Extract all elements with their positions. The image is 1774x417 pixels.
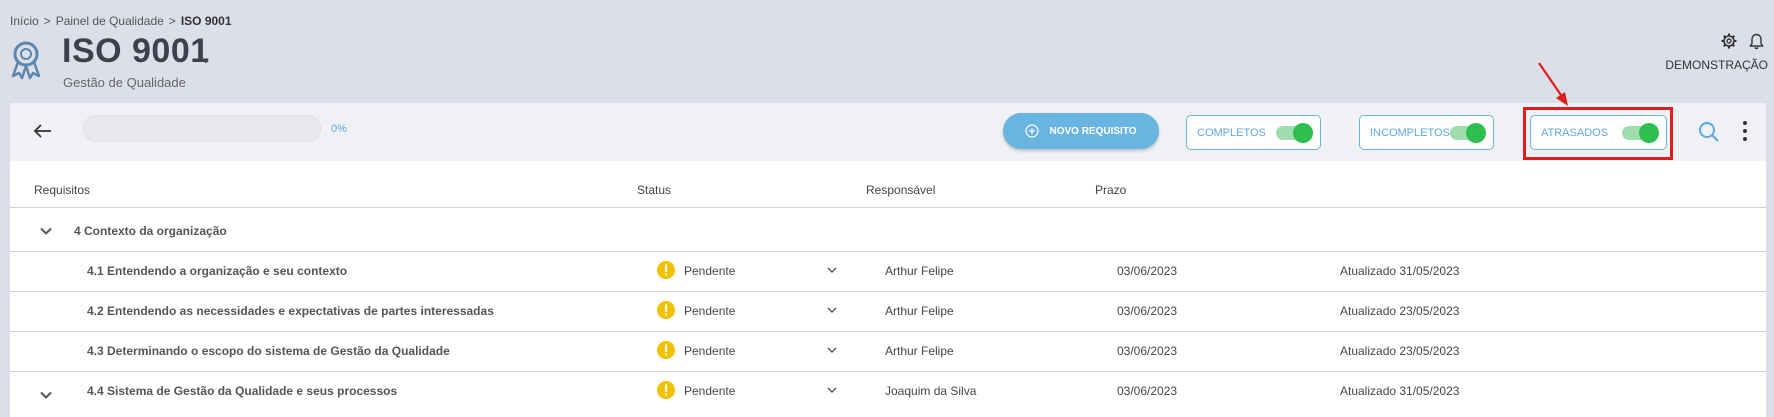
chevron-down-icon[interactable] xyxy=(827,267,837,274)
due-date: 03/06/2023 xyxy=(1117,344,1178,358)
due-date: 03/06/2023 xyxy=(1117,384,1178,398)
award-badge-icon xyxy=(11,41,41,80)
toolbar: 0% NOVO REQUISITO COMPLETOS INCOMPLETOS … xyxy=(10,103,1766,161)
column-header-prazo: Prazo xyxy=(1095,183,1127,197)
chevron-down-icon[interactable] xyxy=(827,387,837,394)
requirement-title[interactable]: 4.2 Entendendo as necessidades e expecta… xyxy=(87,304,494,318)
bell-icon[interactable] xyxy=(1749,33,1764,50)
back-arrow-icon[interactable] xyxy=(32,121,54,141)
warning-icon xyxy=(657,301,675,319)
responsible-name: Arthur Felipe xyxy=(885,264,954,278)
column-header-requisitos: Requisitos xyxy=(34,183,91,197)
breadcrumb-separator: > xyxy=(43,14,51,28)
breadcrumb-current: ISO 9001 xyxy=(180,14,232,28)
table-row[interactable]: 4.3 Determinando o escopo do sistema de … xyxy=(10,331,1766,371)
warning-icon xyxy=(657,261,675,279)
requirements-panel: 0% NOVO REQUISITO COMPLETOS INCOMPLETOS … xyxy=(10,103,1766,417)
annotation-arrow-icon xyxy=(1538,62,1568,106)
status-label: Pendente xyxy=(684,384,736,398)
status-label: Pendente xyxy=(684,304,736,318)
breadcrumb: Início > Painel de Qualidade > ISO 9001 xyxy=(10,14,232,28)
toggle-knob xyxy=(1466,122,1486,143)
progress-bar xyxy=(83,115,321,142)
chevron-down-icon[interactable] xyxy=(827,347,837,354)
filter-completos-label: COMPLETOS xyxy=(1197,126,1266,139)
more-vertical-icon[interactable] xyxy=(1740,119,1750,143)
updated-date: Atualizado 31/05/2023 xyxy=(1340,264,1460,278)
updated-date: Atualizado 23/05/2023 xyxy=(1340,304,1460,318)
toggle-knob xyxy=(1293,122,1313,143)
progress-label: 0% xyxy=(331,123,347,135)
filter-completos-toggle[interactable] xyxy=(1276,122,1313,143)
column-header-responsavel: Responsável xyxy=(866,183,936,197)
gear-icon[interactable] xyxy=(1721,33,1737,49)
chevron-down-icon[interactable] xyxy=(827,307,837,314)
breadcrumb-home[interactable]: Início xyxy=(10,14,39,28)
requirement-title[interactable]: 4.1 Entendendo a organização e seu conte… xyxy=(87,264,347,278)
group-label: 4 Contexto da organização xyxy=(74,224,227,238)
warning-icon xyxy=(657,341,675,359)
breadcrumb-separator: > xyxy=(168,14,176,28)
due-date: 03/06/2023 xyxy=(1117,304,1178,318)
search-icon[interactable] xyxy=(1698,121,1720,143)
user-name[interactable]: DEMONSTRAÇÃO xyxy=(1665,58,1768,72)
plus-circle-icon xyxy=(1025,124,1040,138)
chevron-down-icon[interactable] xyxy=(40,391,52,399)
page-title: ISO 9001 xyxy=(62,32,210,70)
annotation-highlight-box xyxy=(1523,107,1673,160)
table-row[interactable]: 4.1 Entendendo a organização e seu conte… xyxy=(10,251,1766,291)
updated-date: Atualizado 23/05/2023 xyxy=(1340,344,1460,358)
column-header-status: Status xyxy=(637,183,672,197)
breadcrumb-parent[interactable]: Painel de Qualidade xyxy=(56,14,164,28)
filter-incompletos-toggle[interactable] xyxy=(1449,122,1486,143)
requirement-title[interactable]: 4.3 Determinando o escopo do sistema de … xyxy=(87,344,450,358)
responsible-name: Arthur Felipe xyxy=(885,304,954,318)
filter-incompletos-label: INCOMPLETOS xyxy=(1370,126,1450,139)
status-label: Pendente xyxy=(684,264,736,278)
group-row[interactable]: 4 Contexto da organização xyxy=(10,207,1766,251)
page-title-dot: . xyxy=(203,46,209,68)
responsible-name: Joaquim da Silva xyxy=(885,384,977,398)
due-date: 03/06/2023 xyxy=(1117,264,1178,278)
page-subtitle: Gestão de Qualidade xyxy=(63,75,186,90)
filter-completos[interactable]: COMPLETOS xyxy=(1186,115,1321,150)
table-row[interactable]: 4.4 Sistema de Gestão da Qualidade e seu… xyxy=(10,371,1766,411)
filter-incompletos[interactable]: INCOMPLETOS xyxy=(1359,115,1494,150)
new-requirement-button[interactable]: NOVO REQUISITO xyxy=(1003,113,1159,149)
responsible-name: Arthur Felipe xyxy=(885,344,954,358)
table-row[interactable]: 4.2 Entendendo as necessidades e expecta… xyxy=(10,291,1766,331)
requirement-title[interactable]: 4.4 Sistema de Gestão da Qualidade e seu… xyxy=(87,384,397,398)
status-label: Pendente xyxy=(684,344,736,358)
warning-icon xyxy=(657,381,675,399)
updated-date: Atualizado 31/05/2023 xyxy=(1340,384,1460,398)
new-requirement-label: NOVO REQUISITO xyxy=(1049,125,1137,137)
chevron-down-icon[interactable] xyxy=(40,227,52,235)
